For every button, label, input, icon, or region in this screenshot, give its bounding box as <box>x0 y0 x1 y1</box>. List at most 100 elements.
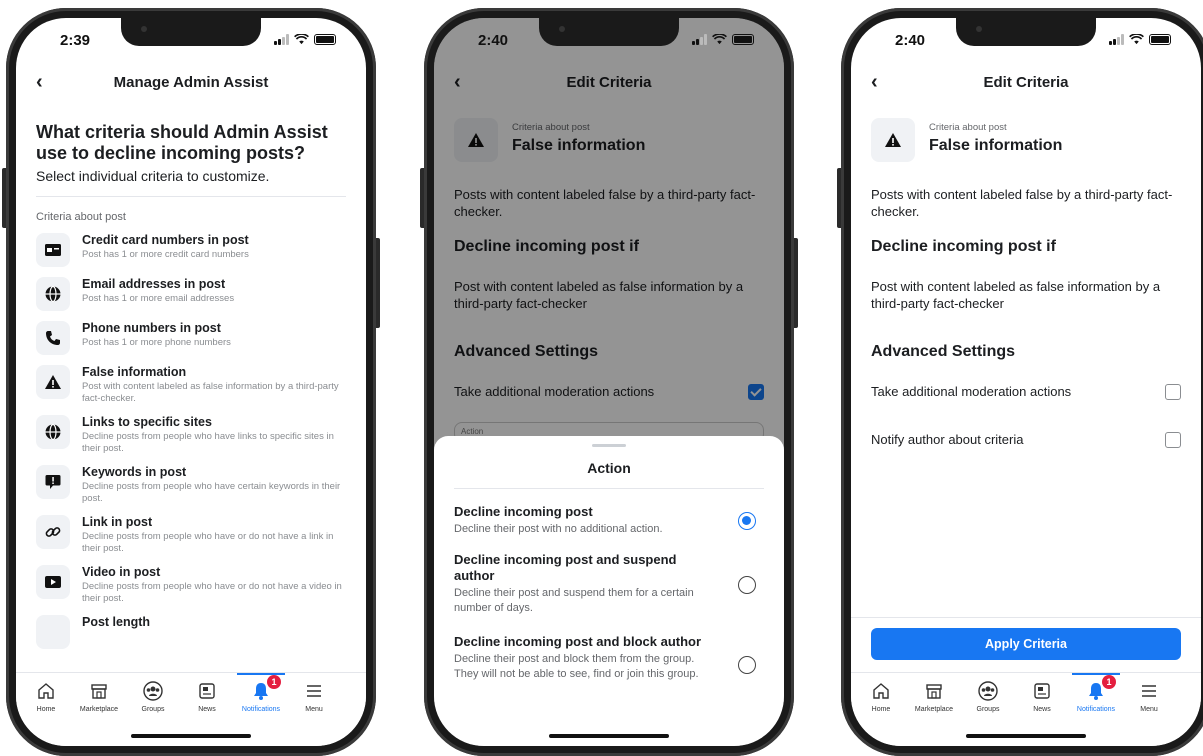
notify-row: Notify author about criteria <box>871 432 1181 448</box>
criteria-title: Links to specific sites <box>82 415 212 429</box>
criterion-title: False information <box>929 137 1063 154</box>
criteria-item-email[interactable]: Email addresses in post Post has 1 or mor… <box>36 277 346 311</box>
criteria-title: Credit card numbers in post <box>82 233 249 247</box>
moderation-row: Take additional moderation actions <box>871 384 1181 400</box>
speech-bubble-icon <box>36 465 70 499</box>
signal-icon <box>692 34 707 45</box>
criteria-item-keywords[interactable]: Keywords in post Decline posts from peopl… <box>36 465 346 505</box>
tab-label: Groups <box>976 706 1000 713</box>
criteria-title: Keywords in post <box>82 465 187 479</box>
status-time: 2:40 <box>478 32 509 49</box>
news-icon <box>1034 683 1050 699</box>
status-time: 2:40 <box>895 32 926 49</box>
criteria-desc: Post has 1 or more phone numbers <box>82 337 231 348</box>
battery-icon <box>1149 34 1171 45</box>
criteria-item-links-sites[interactable]: Links to specific sites Decline posts fro… <box>36 415 346 455</box>
tab-marketplace[interactable]: Marketplace <box>904 679 964 713</box>
tab-notifications[interactable]: 1 Notifications <box>231 673 291 713</box>
option-radio[interactable] <box>738 576 756 594</box>
notch <box>121 18 261 46</box>
wifi-icon <box>1129 34 1144 45</box>
option-title: Decline incoming post and block author <box>454 634 702 649</box>
home-indicator <box>549 734 669 738</box>
divider <box>851 617 1201 618</box>
option-desc: Decline their post with no additional ac… <box>454 523 663 535</box>
tab-news[interactable]: News <box>1012 679 1072 713</box>
status-icons <box>692 34 754 45</box>
nav-title: Manage Admin Assist <box>113 74 269 91</box>
criteria-item-phone[interactable]: Phone numbers in post Post has 1 or more … <box>36 321 346 355</box>
decline-text: Post with content labeled as false infor… <box>871 279 1161 311</box>
option-radio[interactable] <box>738 512 756 530</box>
criterion-description: Posts with content labeled false by a th… <box>871 187 1173 219</box>
tab-notifications[interactable]: 1 Notifications <box>1066 673 1126 713</box>
tab-home[interactable]: Home <box>851 679 911 713</box>
criteria-item-video[interactable]: Video in post Decline posts from people w… <box>36 565 346 605</box>
sheet-title: Action <box>587 460 631 476</box>
wifi-icon <box>294 34 309 45</box>
option-decline-suspend[interactable]: Decline incoming post and suspend author… <box>454 552 764 616</box>
nav-bar: ‹ Manage Admin Assist <box>16 62 366 102</box>
option-decline-block[interactable]: Decline incoming post and block author D… <box>454 634 764 682</box>
phone-icon <box>36 321 70 355</box>
tab-groups[interactable]: Groups <box>958 679 1018 713</box>
news-icon <box>199 683 215 699</box>
tab-label: Home <box>36 706 56 713</box>
tab-menu[interactable]: Menu <box>1119 679 1179 713</box>
criteria-title: Phone numbers in post <box>82 321 221 335</box>
tab-home[interactable]: Home <box>16 679 76 713</box>
status-icons <box>1109 34 1171 45</box>
home-icon <box>38 683 54 699</box>
tab-label: Menu <box>1140 706 1158 713</box>
nav-title: Edit Criteria <box>983 74 1069 91</box>
globe-icon <box>36 415 70 449</box>
option-radio[interactable] <box>738 656 756 674</box>
wifi-icon <box>712 34 727 45</box>
signal-icon <box>274 34 289 45</box>
text-icon <box>36 615 70 649</box>
marketplace-icon <box>91 684 107 699</box>
criteria-title: Post length <box>82 615 151 629</box>
tab-news[interactable]: News <box>177 679 237 713</box>
criteria-item-credit-card[interactable]: Credit card numbers in post Post has 1 or… <box>36 233 346 267</box>
option-title: Decline incoming post and suspend author <box>454 552 677 583</box>
tab-label: Groups <box>141 706 165 713</box>
criterion-header: Criteria about post False information <box>871 118 1181 166</box>
criteria-item-link[interactable]: Link in post Decline posts from people wh… <box>36 515 346 555</box>
criteria-item-false-information[interactable]: False information Post with content label… <box>36 365 346 405</box>
criteria-title: False information <box>82 365 187 379</box>
tab-groups[interactable]: Groups <box>123 679 183 713</box>
screen: 2:39 ‹ Manage Admin Assist What criteria… <box>16 18 366 746</box>
option-decline[interactable]: Decline incoming post Decline their post… <box>454 504 764 537</box>
groups-icon <box>143 681 163 701</box>
apply-criteria-button[interactable]: Apply Criteria <box>871 628 1181 660</box>
tab-label: Menu <box>305 706 323 713</box>
page-subheading: Select individual criteria to customize. <box>36 168 270 184</box>
notch <box>956 18 1096 46</box>
home-indicator <box>966 734 1086 738</box>
tab-menu[interactable]: Menu <box>284 679 344 713</box>
nav-bar: ‹ Edit Criteria <box>851 62 1201 102</box>
decline-heading: Decline incoming post if <box>871 238 1056 255</box>
criteria-desc: Post has 1 or more email addresses <box>82 293 235 304</box>
criteria-item-post-length[interactable]: Post length <box>36 615 346 649</box>
link-icon <box>36 515 70 549</box>
criteria-desc: Decline posts from people who have links… <box>82 431 334 454</box>
action-sheet: Action Decline incoming post Decline the… <box>434 436 784 746</box>
moderation-checkbox[interactable] <box>1165 384 1181 400</box>
notify-checkbox[interactable] <box>1165 432 1181 448</box>
warning-icon <box>36 365 70 399</box>
criteria-title: Email addresses in post <box>82 277 226 291</box>
tab-label: Notifications <box>241 706 281 713</box>
tab-label: Marketplace <box>914 706 954 713</box>
home-indicator <box>131 734 251 738</box>
phone-manage-admin-assist: 2:39 ‹ Manage Admin Assist What criteria… <box>2 8 380 756</box>
tab-marketplace[interactable]: Marketplace <box>69 679 129 713</box>
screen: 2:40 ‹ Edit Criteria Criteria about post… <box>851 18 1201 746</box>
moderation-label: Take additional moderation actions <box>871 384 1072 399</box>
warning-icon <box>871 118 915 162</box>
phone-edit-criteria-action-sheet: 2:40 ‹ Edit Criteria Criteria about post… <box>420 8 798 756</box>
divider <box>36 196 346 197</box>
signal-icon <box>1109 34 1124 45</box>
sheet-handle[interactable] <box>592 444 626 447</box>
